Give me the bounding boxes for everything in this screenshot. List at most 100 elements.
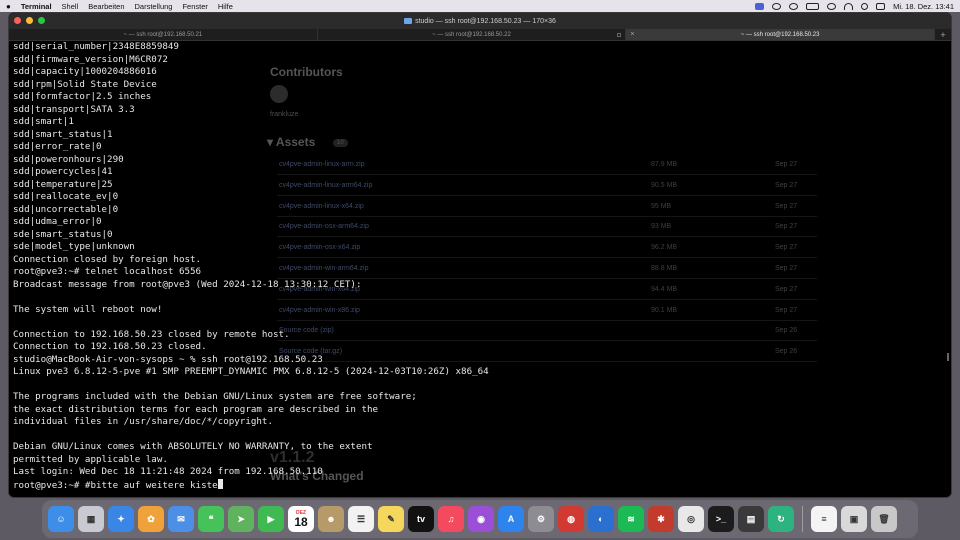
calendar-icon[interactable]: DEZ 18 — [288, 506, 314, 532]
menubar-status-area: Mi. 18. Dez. 13:41 — [755, 2, 954, 11]
app-store-icon[interactable]: A — [498, 506, 524, 532]
downloads-icon[interactable]: ▣ — [841, 506, 867, 532]
terminal-line: The system will reboot now! — [13, 303, 163, 315]
calendar-day: 18 — [294, 514, 308, 529]
finder-icon[interactable]: ☺ — [48, 506, 74, 532]
menu-app-name[interactable]: Terminal — [21, 2, 52, 11]
tab-bar: ~ — ssh root@192.168.50.21 ~ — ssh root@… — [9, 29, 951, 41]
menu-darstellung[interactable]: Darstellung — [135, 2, 173, 11]
terminal-line: sde|model_type|unknown — [13, 241, 135, 252]
terminal-line: root@pve3:~# telnet localhost 6556 — [13, 266, 202, 277]
window-titlebar[interactable]: studio — ssh root@192.168.50.23 — 170×36 — [9, 13, 951, 29]
terminal-line: The programs included with the Debian GN… — [13, 391, 417, 402]
screen-mirroring-icon[interactable] — [755, 2, 765, 10]
terminal-line: sdd|rpm|Solid State Device — [13, 78, 157, 90]
proxyman-icon[interactable]: ◐ — [588, 506, 614, 532]
terminal-line: Debian GNU/Linux comes with ABSOLUTELY N… — [13, 441, 373, 452]
window-title: studio — ssh root@192.168.50.23 — 170×36 — [9, 18, 951, 25]
terminal-line: permitted by applicable law. — [13, 453, 168, 465]
maps-icon[interactable]: ➤ — [228, 506, 254, 532]
wifi-icon[interactable] — [844, 2, 854, 10]
app-red-icon[interactable]: ✱ — [648, 506, 674, 532]
control-center-icon[interactable] — [876, 2, 886, 10]
launchpad-icon[interactable]: ▦ — [78, 506, 104, 532]
scroll-indicator[interactable] — [947, 353, 949, 361]
spotlight-search-icon[interactable] — [861, 2, 869, 10]
safari-icon[interactable]: ✦ — [108, 506, 134, 532]
asset-size: 96.2 MB — [651, 244, 678, 252]
volume-icon[interactable] — [772, 2, 782, 10]
close-window-button[interactable] — [14, 17, 21, 24]
dock-separator — [802, 506, 803, 532]
screen-sharing-icon[interactable]: ◍ — [558, 506, 584, 532]
menubar-clock[interactable]: Mi. 18. Dez. 13:41 — [893, 2, 954, 11]
asset-date: Sep 27 — [775, 202, 798, 210]
terminal-content[interactable]: Contributors frankluze ▾ Assets 10 cv4pv… — [9, 41, 951, 497]
dock: ☺ ▦ ✦ ✿ ✉ ❝ ➤ ▶ DEZ 18 ☻ ☰ ✎ tv ♫ ◉ A ⚙ ◍ ◐ ≋ ✱ ◎ >_ ▤ ↻ ≡ ▣ 🗑 — [42, 500, 918, 538]
facetime-icon[interactable]: ▶ — [258, 506, 284, 532]
notes-icon[interactable]: ✎ — [378, 506, 404, 532]
contacts-icon[interactable]: ☻ — [318, 506, 344, 532]
tab-ssh-50-22[interactable]: ~ — ssh root@192.168.50.22 — [318, 29, 627, 40]
asset-size: 93 MB — [651, 223, 672, 231]
battery-icon[interactable] — [806, 2, 820, 10]
calculator-icon[interactable]: ▤ — [738, 506, 764, 532]
time-machine-icon[interactable] — [789, 2, 799, 10]
prompt-text: root@pve3:~# #bitte auf weitere kiste — [13, 479, 218, 491]
tab-ssh-50-21[interactable]: ~ — ssh root@192.168.50.21 — [9, 29, 318, 40]
menu-bar: ● Terminal Shell Bearbeiten Darstellung … — [0, 0, 960, 12]
text-cursor — [217, 478, 223, 489]
spotify-icon[interactable]: ≋ — [618, 506, 644, 532]
tab-close-icon[interactable]: × — [630, 31, 634, 38]
tab-label: ~ — ssh root@192.168.50.21 — [123, 31, 203, 38]
asset-size: 88.8 MB — [651, 265, 678, 272]
tab-label: ~ — ssh root@192.168.50.23 — [740, 31, 820, 38]
terminal-icon[interactable]: >_ — [708, 506, 734, 532]
music-icon[interactable]: ♫ — [438, 506, 464, 532]
menu-hilfe[interactable]: Hilfe — [218, 2, 233, 11]
app-green-icon[interactable]: ↻ — [768, 506, 794, 532]
terminal-line: sdd|temperature|25 — [13, 178, 113, 190]
menu-fenster[interactable]: Fenster — [182, 2, 207, 11]
terminal-window: studio — ssh root@192.168.50.23 — 170×36… — [8, 12, 952, 498]
terminal-line: sdd|udma_error|0 — [13, 216, 102, 227]
terminal-line: sdd|smart_status|1 — [13, 128, 113, 140]
user-icon[interactable] — [827, 2, 837, 10]
system-settings-icon[interactable]: ⚙ — [528, 506, 554, 532]
tab-overview-icon[interactable] — [617, 32, 622, 37]
menu-shell[interactable]: Shell — [62, 2, 79, 11]
terminal-line: Connection closed by foreign host. — [13, 253, 202, 265]
tab-ssh-50-23[interactable]: × ~ — ssh root@192.168.50.23 — [626, 29, 936, 40]
terminal-line: Linux pve3 6.8.12-5-pve #1 SMP PREEMPT_D… — [13, 366, 489, 377]
apple-menu-icon[interactable]: ● — [6, 2, 11, 11]
window-controls — [14, 17, 45, 24]
asset-size: 87.9 MB — [651, 161, 678, 168]
trash-icon[interactable]: 🗑 — [871, 506, 897, 532]
terminal-line: sdd|uncorrectable|0 — [13, 203, 119, 215]
messages-icon[interactable]: ❝ — [198, 506, 224, 532]
terminal-line: the exact distribution terms for each pr… — [13, 403, 379, 415]
photos-icon[interactable]: ✿ — [138, 506, 164, 532]
tv-icon[interactable]: tv — [408, 506, 434, 532]
reminders-icon[interactable]: ☰ — [348, 506, 374, 532]
chrome-icon[interactable]: ◎ — [678, 506, 704, 532]
menu-bearbeiten[interactable]: Bearbeiten — [88, 2, 124, 11]
asset-size: 94.4 MB — [651, 285, 678, 293]
terminal-prompt-line[interactable]: root@pve3:~# #bitte auf weitere kiste — [13, 478, 489, 492]
terminal-line: sdd|capacity|1000204886016 — [13, 66, 157, 77]
podcasts-icon[interactable]: ◉ — [468, 506, 494, 532]
asset-date: Sep 27 — [775, 244, 798, 252]
mail-icon[interactable]: ✉ — [168, 506, 194, 532]
new-tab-button[interactable]: + — [935, 29, 951, 40]
zoom-window-button[interactable] — [38, 17, 45, 24]
terminal-output[interactable]: sdd|serial_number|2348E8859849 sdd|firmwa… — [13, 41, 489, 491]
asset-date: Sep 26 — [775, 327, 798, 335]
document-icon[interactable]: ≡ — [811, 506, 837, 532]
asset-date: Sep 27 — [775, 161, 798, 168]
terminal-line: sdd|serial_number|2348E8859849 — [13, 41, 179, 52]
minimize-window-button[interactable] — [26, 17, 33, 24]
asset-date: Sep 27 — [775, 223, 798, 231]
